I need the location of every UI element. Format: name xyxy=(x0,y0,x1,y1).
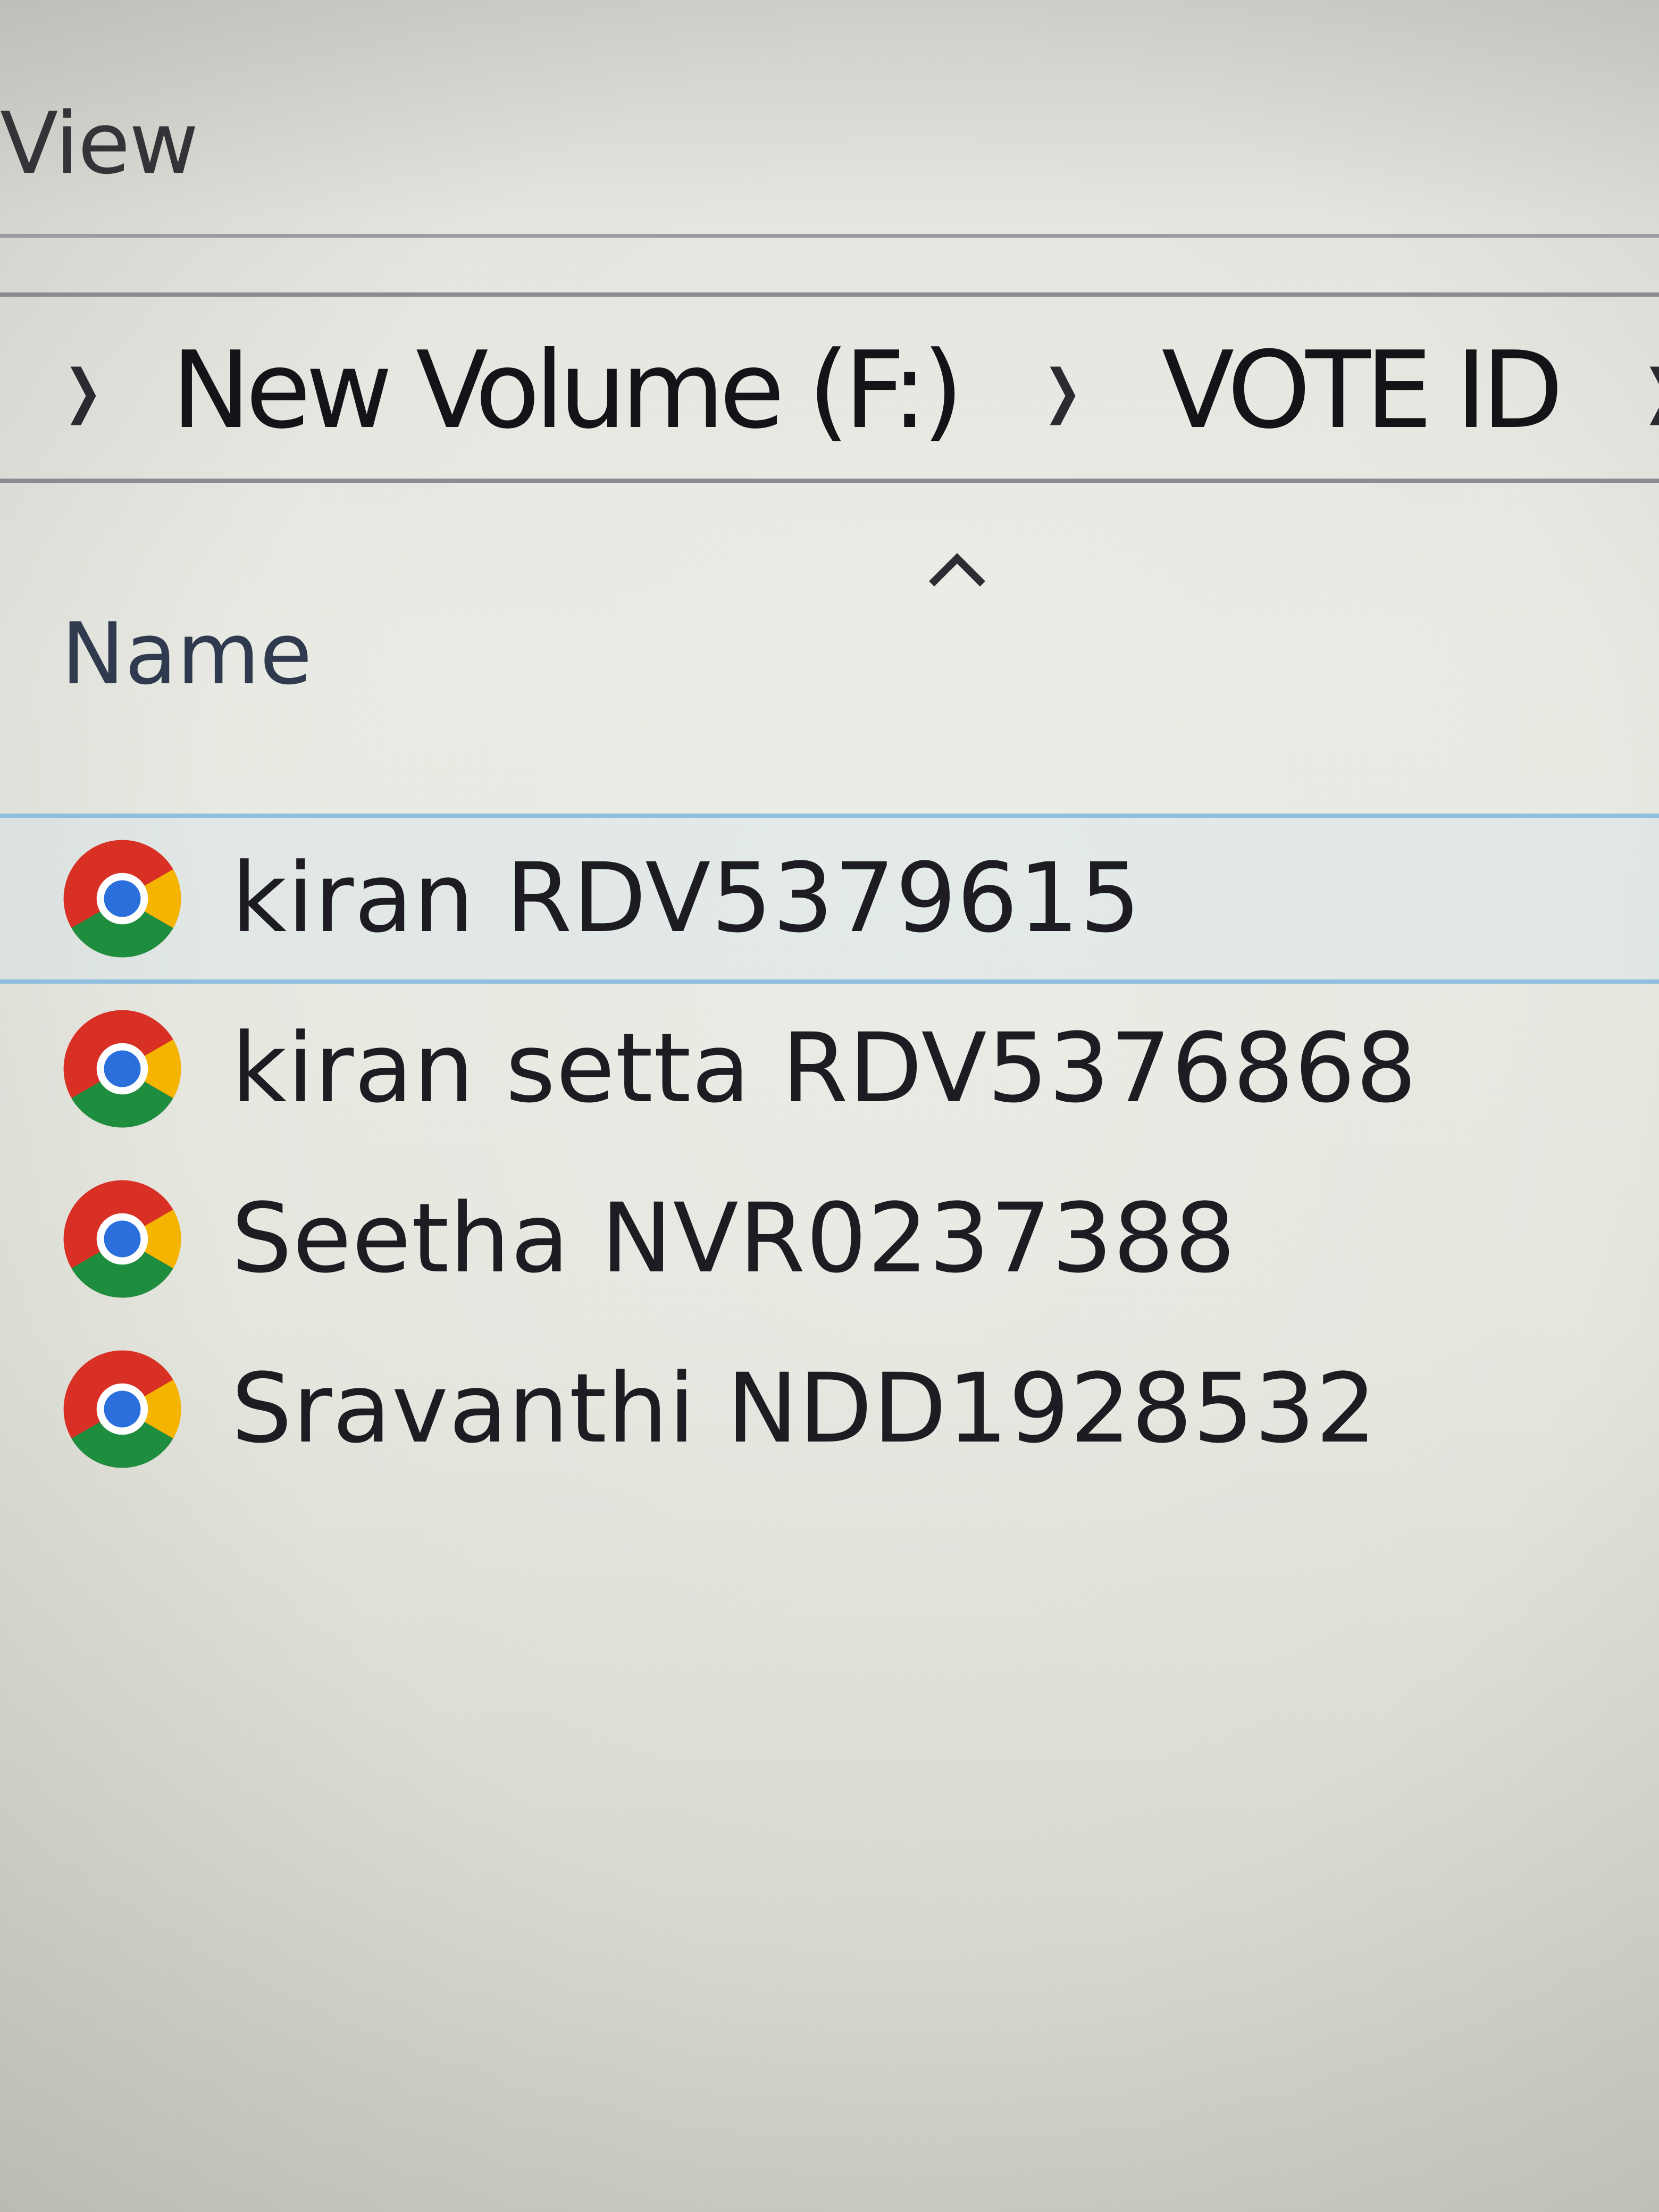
chevron-right-icon[interactable]: ❯ xyxy=(1043,357,1083,425)
chevron-right-icon[interactable]: ❯ xyxy=(63,357,103,425)
chrome-icon xyxy=(63,1180,181,1298)
ribbon-tab-view[interactable]: View xyxy=(0,90,199,197)
file-row[interactable]: Seetha NVR0237388 xyxy=(0,1154,1659,1324)
chrome-icon xyxy=(63,1350,181,1468)
chrome-icon xyxy=(63,1010,181,1128)
file-list: kiran RDV5379615 kiran setta RDV5376868 … xyxy=(0,814,1659,1494)
chevron-right-icon[interactable]: ❯ xyxy=(1643,357,1659,425)
breadcrumb-item-new-volume[interactable]: New Volume (F:) xyxy=(171,330,963,452)
address-bar-bottom-border xyxy=(0,479,1659,483)
address-bar-top-border xyxy=(0,292,1659,297)
breadcrumb[interactable]: ❯ New Volume (F:) ❯ VOTE ID ❯ xyxy=(58,330,1659,452)
file-name: kiran setta RDV5376868 xyxy=(231,1013,1418,1124)
file-name: Sravanthi NDD1928532 xyxy=(231,1353,1377,1464)
file-row[interactable]: kiran setta RDV5376868 xyxy=(0,984,1659,1154)
ribbon-divider xyxy=(0,234,1659,238)
breadcrumb-item-vote-id[interactable]: VOTE ID xyxy=(1162,330,1564,452)
file-name: kiran RDV5379615 xyxy=(231,843,1142,954)
file-name: Seetha NVR0237388 xyxy=(231,1183,1236,1294)
sort-ascending-icon xyxy=(929,553,985,586)
column-header-name[interactable]: Name xyxy=(61,601,312,707)
chrome-icon xyxy=(63,840,181,958)
file-row[interactable]: Sravanthi NDD1928532 xyxy=(0,1324,1659,1494)
file-row[interactable]: kiran RDV5379615 xyxy=(0,814,1659,984)
